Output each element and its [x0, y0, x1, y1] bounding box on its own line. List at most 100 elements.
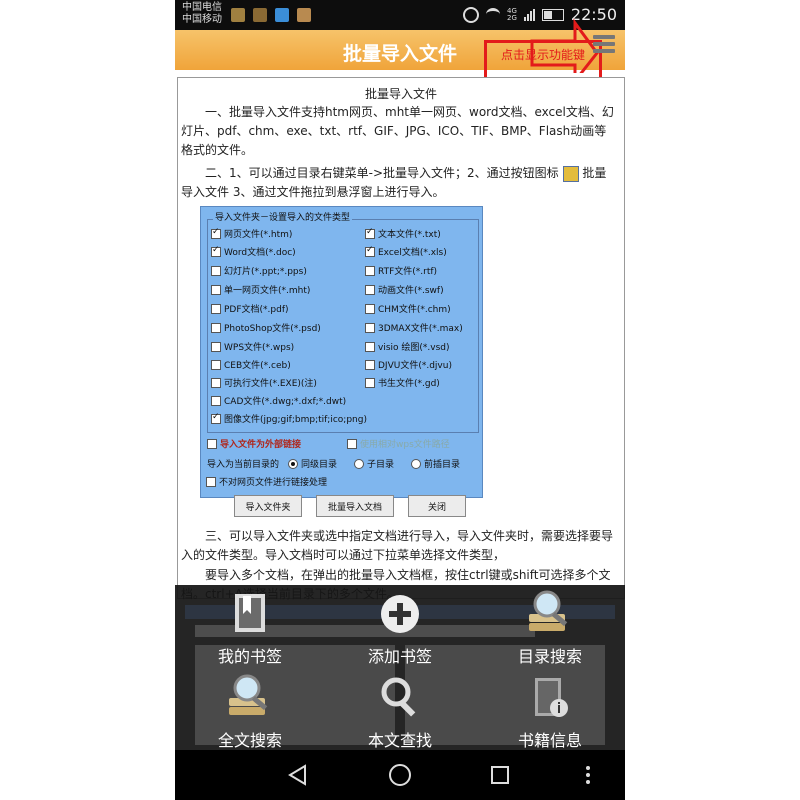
checkbox-icon — [365, 303, 375, 314]
app-notification-icon — [253, 8, 267, 22]
batch-import-icon — [562, 165, 579, 182]
carrier-2: 中国移动 — [182, 14, 222, 25]
bookmark-icon[interactable] — [227, 590, 273, 636]
radio-label: 子目录 — [367, 460, 395, 470]
checkbox-icon — [211, 245, 221, 257]
option-label: DJVU文件(*.djvu) — [378, 361, 452, 371]
option-label: CAD文件(*.dwg;*.dxf;*.dwt) — [224, 397, 347, 407]
checkbox-icon — [365, 265, 375, 276]
option-ppt: 幻灯片(*.ppt;*.pps) — [211, 264, 307, 277]
wifi-icon — [486, 8, 500, 21]
menu-label-fulltext-search[interactable]: 全文搜索 — [175, 727, 325, 751]
recent-apps-icon[interactable] — [490, 765, 510, 785]
navigation-bar — [175, 750, 625, 800]
checkbox-icon — [365, 245, 375, 257]
checkbox-icon — [211, 284, 221, 295]
find-in-text-icon[interactable] — [377, 674, 423, 720]
import-folder-button: 导入文件夹 — [234, 495, 302, 517]
overflow-menu-icon[interactable] — [584, 765, 592, 785]
checkbox-icon — [211, 322, 221, 333]
option-txt: 文本文件(*.txt) — [365, 227, 441, 240]
fulltext-search-icon[interactable] — [225, 672, 275, 722]
option-rtf: RTF文件(*.rtf) — [365, 264, 437, 277]
option-label: WPS文件(*.wps) — [224, 343, 295, 353]
option-label: 3DMAX文件(*.max) — [378, 324, 463, 334]
menu-label-add-bookmark[interactable]: 添加书签 — [325, 643, 475, 667]
add-bookmark-icon[interactable] — [378, 592, 422, 636]
option-swf: 动画文件(*.swf) — [365, 283, 444, 296]
checkbox-icon — [365, 322, 375, 333]
batch-import-button: 批量导入文档 — [316, 495, 394, 517]
option-htm: 网页文件(*.htm) — [211, 227, 292, 240]
option-gd: 书生文件(*.gd) — [365, 376, 440, 389]
option-label: Word文档(*.doc) — [224, 248, 296, 258]
option-label: CHM文件(*.chm) — [378, 305, 451, 315]
document-view[interactable]: 批量导入文件 一、批量导入文件支持htm网页、mht单一网页、word文档、ex… — [177, 77, 625, 601]
close-button: 关闭 — [408, 495, 466, 517]
option-label: 图像文件(jpg;gif;bmp;tif;ico;png) — [224, 415, 367, 425]
checkbox-icon — [211, 265, 221, 276]
radio-icon — [411, 458, 422, 469]
app-notification-icon — [231, 8, 245, 22]
book-info-icon[interactable] — [527, 674, 573, 720]
document-heading: 批量导入文件 — [364, 87, 437, 101]
option-exe: 可执行文件(*.EXE)(注) — [211, 376, 317, 389]
option-xls: Excel文档(*.xls) — [365, 245, 447, 258]
menu-label-find-in-text[interactable]: 本文查找 — [325, 727, 475, 751]
paragraph-3: 三、可以导入文件夹或选中指定文档进行导入，导入文件夹时，需要选择要导入的文件类型… — [181, 529, 614, 562]
checkbox-icon — [211, 377, 221, 388]
radio-icon — [288, 458, 299, 469]
catalog-search-icon[interactable] — [525, 588, 575, 638]
option-pdf: PDF文档(*.pdf) — [211, 302, 289, 315]
checkbox-icon — [347, 438, 357, 449]
option-label: PhotoShop文件(*.psd) — [224, 324, 321, 334]
option-label: 导入文件为外部链接 — [220, 440, 302, 450]
option-label: 单一网页文件(*.mht) — [224, 286, 311, 296]
option-mht: 单一网页文件(*.mht) — [211, 283, 310, 296]
menu-label-my-bookmarks[interactable]: 我的书签 — [175, 643, 325, 667]
back-icon[interactable] — [287, 764, 309, 786]
checkbox-icon — [365, 341, 375, 352]
radio-label: 同级目录 — [301, 460, 338, 470]
option-label: CEB文件(*.ceb) — [224, 361, 291, 371]
option-djvu: DJVU文件(*.djvu) — [365, 358, 452, 371]
checkbox-icon — [211, 395, 221, 406]
option-label: RTF文件(*.rtf) — [378, 267, 438, 277]
option-label: 网页文件(*.htm) — [224, 230, 293, 240]
option-label: 可执行文件(*.EXE)(注) — [224, 379, 317, 389]
option-label: 幻灯片(*.ppt;*.pps) — [224, 267, 307, 277]
paragraph-1: 一、批量导入文件支持htm网页、mht单一网页、word文档、excel文档、幻… — [181, 105, 614, 157]
option-label: 使用相对wps文件路径 — [360, 440, 450, 450]
option-label: 书生文件(*.gd) — [378, 379, 440, 389]
red-arrow-icon — [530, 18, 599, 73]
option-external-link: 导入文件为外部链接 — [207, 437, 301, 450]
menu-label-catalog-search[interactable]: 目录搜索 — [475, 643, 625, 667]
option-image: 图像文件(jpg;gif;bmp;tif;ico;png) — [211, 412, 367, 425]
option-label: Excel文档(*.xls) — [378, 248, 447, 258]
option-vsd: visio 绘图(*.vsd) — [365, 340, 450, 353]
checkbox-icon — [365, 377, 375, 388]
option-label: 不对网页文件进行链接处理 — [219, 478, 328, 488]
alarm-icon — [463, 6, 479, 23]
phone-screen: 中国电信 中国移动 4G 2G 22:50 批量导入文件 点击显示功能键 批量导… — [175, 0, 625, 800]
option-cad: CAD文件(*.dwg;*.dxf;*.dwt) — [211, 394, 346, 407]
home-icon[interactable] — [388, 763, 412, 787]
paragraph-2: 二、1、可以通过目录右键菜单->批量导入文件；2、通过按钮图标 批量导入文件 3… — [181, 164, 617, 202]
checkbox-icon — [365, 359, 375, 370]
radio-icon — [354, 458, 365, 469]
app-notification-icon — [275, 8, 289, 22]
menu-label-book-info[interactable]: 书籍信息 — [475, 727, 625, 751]
option-relative-path: 使用相对wps文件路径 — [347, 437, 450, 450]
checkbox-icon — [365, 227, 375, 239]
import-as-row: 导入为当前目录的 同级目录 子目录 前插目录 — [207, 457, 460, 470]
checkbox-icon — [206, 476, 216, 487]
option-label: 动画文件(*.swf) — [378, 286, 444, 296]
option-no-link-process: 不对网页文件进行链接处理 — [206, 475, 327, 488]
option-doc: Word文档(*.doc) — [211, 245, 296, 258]
network-label-2: 2G — [507, 13, 517, 22]
menu-list-icon[interactable] — [593, 35, 615, 57]
carrier-info: 中国电信 中国移动 — [182, 2, 222, 26]
checkbox-icon — [211, 227, 221, 239]
checkbox-icon — [211, 303, 221, 314]
option-psd: PhotoShop文件(*.psd) — [211, 321, 321, 334]
